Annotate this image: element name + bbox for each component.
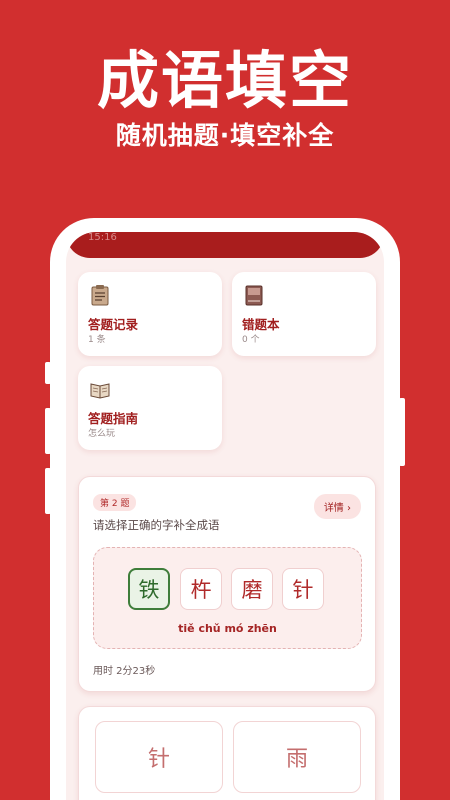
details-button[interactable]: 详情 › <box>313 494 361 519</box>
hero-title: 成语填空 <box>96 44 353 117</box>
tile-wrong-answers[interactable]: 错题本 0 个 <box>232 272 376 356</box>
tile-title: 答题记录 <box>88 317 139 332</box>
options-card: 针 雨 <box>78 706 376 800</box>
idiom-pinyin: tiě chǔ mó zhēn <box>178 622 277 635</box>
status-bar: 15:16 <box>66 232 384 258</box>
tile-subtitle: 怎么玩 <box>88 429 116 439</box>
question-card: 第 2 题 详情 › 请选择正确的字补全成语 铁 杵 磨 针 tiě chǔ m… <box>78 476 376 692</box>
open-book-icon <box>90 383 110 399</box>
clipboard-icon <box>91 285 109 306</box>
idiom-char-slot[interactable]: 杵 <box>180 568 222 610</box>
elapsed-time: 用时 2分23秒 <box>93 666 156 677</box>
idiom-display: 铁 杵 磨 针 tiě chǔ mó zhēn <box>93 547 362 649</box>
tile-answer-records[interactable]: 答题记录 1 条 <box>78 272 222 356</box>
status-time: 15:16 <box>88 232 117 243</box>
question-prompt: 请选择正确的字补全成语 <box>93 518 220 532</box>
hero-subtitle: 随机抽题·填空补全 <box>115 121 335 150</box>
tile-title: 错题本 <box>242 317 280 332</box>
tile-answer-guide[interactable]: 答题指南 怎么玩 <box>78 366 222 450</box>
idiom-char-slot[interactable]: 磨 <box>231 568 273 610</box>
idiom-char-slot[interactable]: 针 <box>282 568 324 610</box>
app-screen: 15:16 答题记录 1 条 错题本 0 个 答题指南 怎么玩 第 2 题 详情… <box>66 232 384 800</box>
tile-subtitle: 0 个 <box>242 335 260 345</box>
option-button[interactable]: 雨 <box>233 721 361 793</box>
phone-side-button-power <box>399 398 405 466</box>
tile-subtitle: 1 条 <box>88 335 106 345</box>
idiom-char-slot[interactable]: 铁 <box>128 568 170 610</box>
option-button[interactable]: 针 <box>95 721 223 793</box>
question-number-badge: 第 2 题 <box>93 494 137 511</box>
book-icon <box>245 285 263 306</box>
phone-side-button-volume-up <box>45 408 51 454</box>
tile-title: 答题指南 <box>88 411 139 426</box>
phone-side-button-volume-down <box>45 468 51 514</box>
phone-side-button-mute <box>45 362 51 384</box>
